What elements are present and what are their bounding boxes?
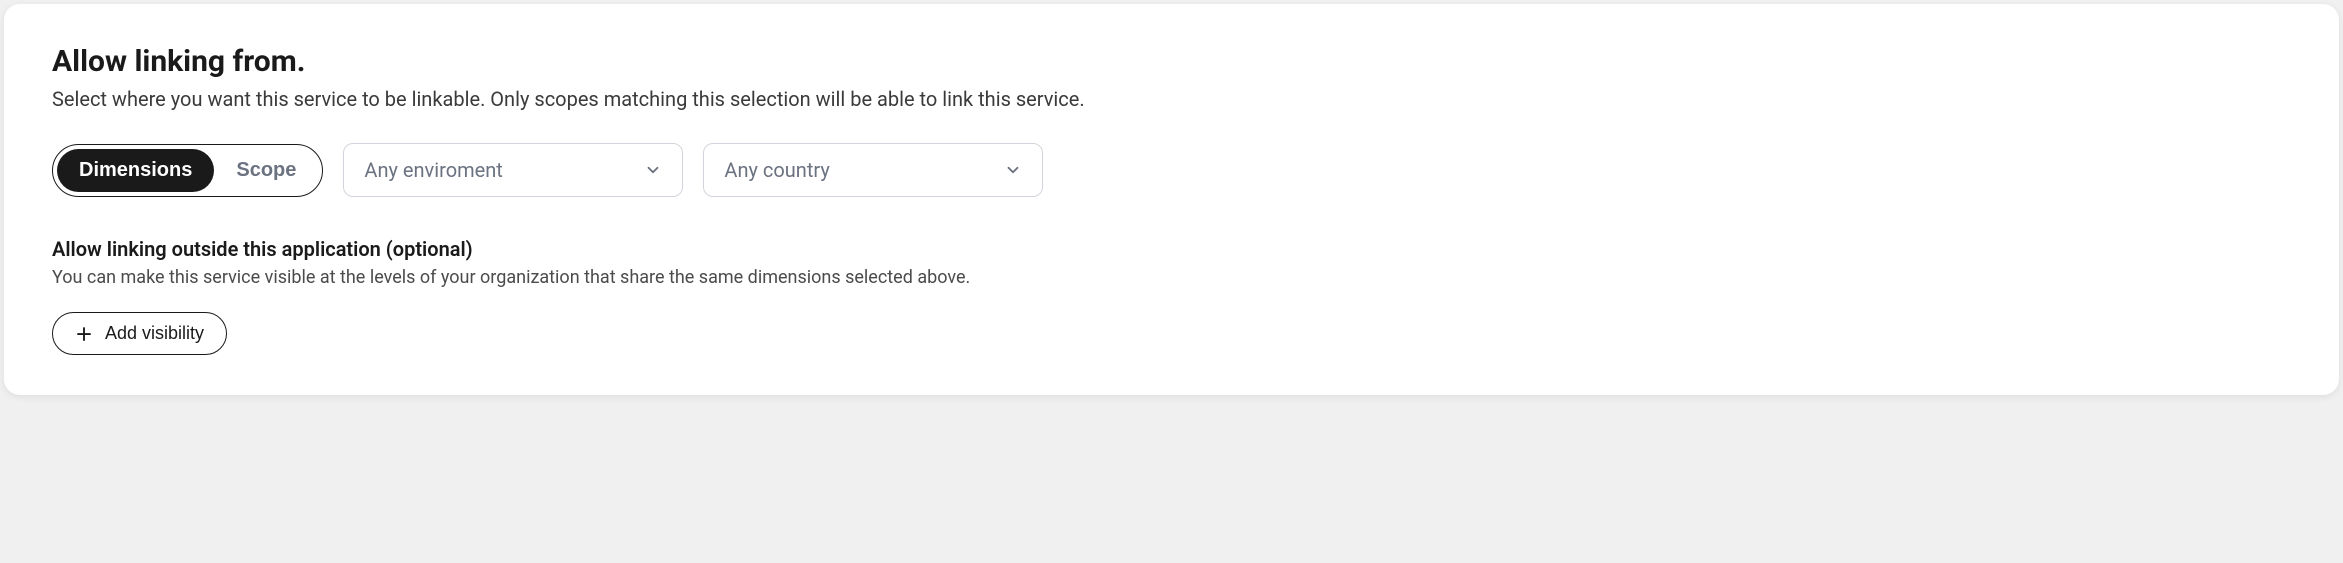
add-visibility-button[interactable]: Add visibility — [52, 312, 227, 355]
segmented-control: Dimensions Scope — [52, 144, 323, 197]
section-title: Allow linking from. — [52, 44, 2291, 79]
outside-heading: Allow linking outside this application (… — [52, 237, 2291, 261]
chevron-down-icon — [644, 161, 662, 179]
controls-row: Dimensions Scope Any enviroment Any coun… — [52, 143, 2291, 197]
outside-description: You can make this service visible at the… — [52, 267, 2291, 288]
segmented-dimensions[interactable]: Dimensions — [57, 149, 214, 192]
add-visibility-label: Add visibility — [105, 323, 204, 344]
section-subtitle: Select where you want this service to be… — [52, 87, 2291, 111]
country-select[interactable]: Any country — [703, 143, 1043, 197]
settings-card: Allow linking from. Select where you wan… — [4, 4, 2339, 395]
segmented-scope[interactable]: Scope — [214, 149, 318, 192]
plus-icon — [75, 325, 93, 343]
environment-select-value: Any enviroment — [364, 158, 502, 182]
country-select-value: Any country — [724, 158, 829, 182]
environment-select[interactable]: Any enviroment — [343, 143, 683, 197]
chevron-down-icon — [1004, 161, 1022, 179]
